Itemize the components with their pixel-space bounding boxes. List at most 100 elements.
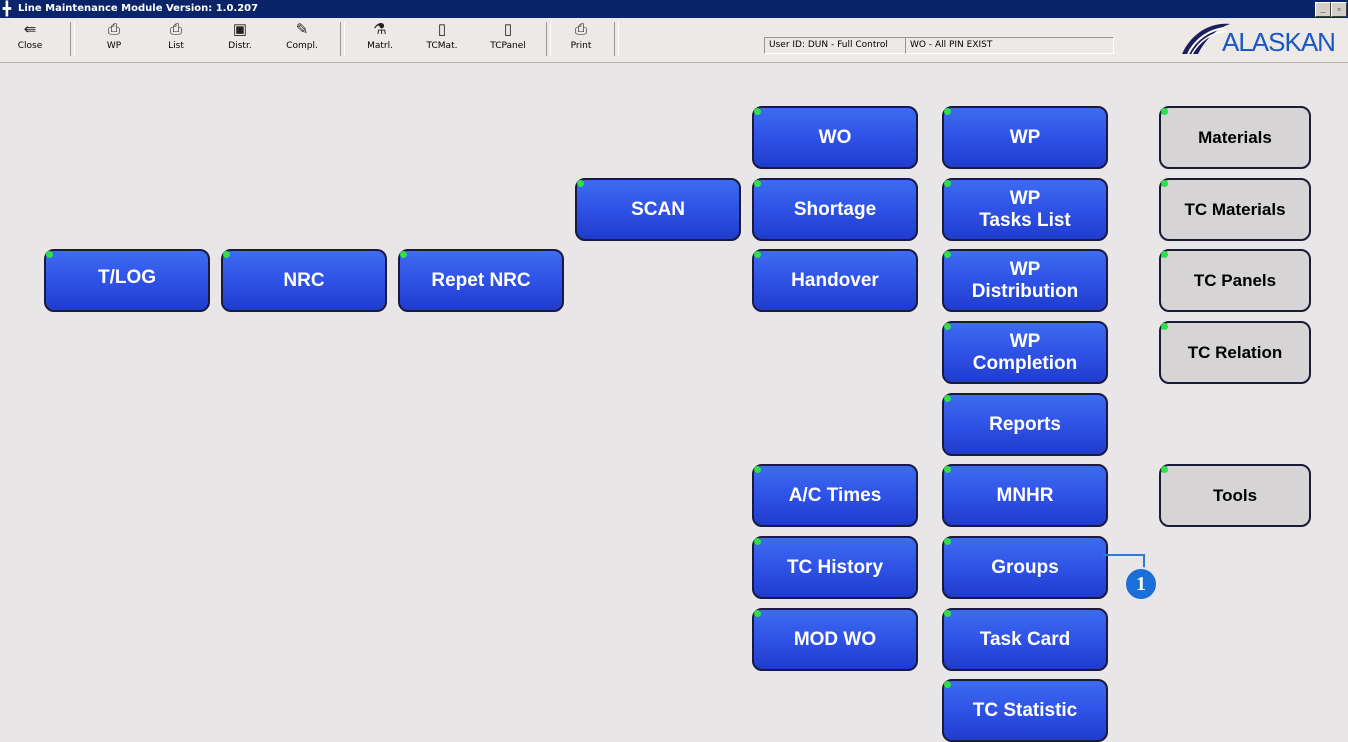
wp-tasks-list-label-line2: Tasks List — [979, 209, 1071, 231]
wp-completion-label-line2: Completion — [972, 352, 1078, 374]
tc-panels-button[interactable]: TC Panels — [1159, 249, 1311, 312]
scan-label: SCAN — [631, 198, 685, 220]
tcmat-button[interactable]: ▯ TCMat. — [418, 21, 466, 59]
repet-nrc-label: Repet NRC — [431, 269, 531, 291]
mod-wo-label: MOD WO — [793, 628, 877, 650]
status-indicator — [944, 251, 951, 258]
tc-statistic-button[interactable]: TC Statistic — [942, 679, 1108, 742]
groups-label: Groups — [991, 556, 1059, 578]
print-button[interactable]: ⎙ Print — [557, 21, 605, 59]
list-print-button[interactable]: ⎙ List — [152, 21, 200, 59]
toolbar: ⇚ Close ⎙ WP ⎙ List ▣ Distr. ✎ Compl. ⚗ … — [0, 18, 1348, 63]
status-indicator — [754, 538, 761, 545]
tcpanel-button[interactable]: ▯ TCPanel — [484, 21, 532, 59]
wp-print-button[interactable]: ⎙ WP — [90, 21, 138, 59]
tools-button[interactable]: Tools — [1159, 464, 1311, 527]
status-indicator — [944, 681, 951, 688]
groups-button[interactable]: Groups — [942, 536, 1108, 599]
document-icon: ▯ — [503, 21, 513, 38]
wp-label: WP — [106, 41, 122, 51]
close-button[interactable]: ⇚ Close — [6, 21, 54, 59]
printer-icon: ⎙ — [574, 21, 587, 38]
tcmat-label: TCMat. — [426, 41, 458, 51]
toolbar-separator — [340, 22, 345, 56]
materials-label: Materials — [1198, 127, 1272, 147]
status-indicator — [1161, 323, 1168, 330]
tcpanel-label: TCPanel — [490, 41, 526, 51]
flask-icon: ⚗ — [373, 21, 387, 38]
toolbar-separator — [614, 22, 619, 56]
task-card-label: Task Card — [979, 628, 1071, 650]
wp-distribution-button[interactable]: WP Distribution — [942, 249, 1108, 312]
wp-button[interactable]: WP — [942, 106, 1108, 169]
task-card-button[interactable]: Task Card — [942, 608, 1108, 671]
status-indicator — [1161, 251, 1168, 258]
mod-wo-button[interactable]: MOD WO — [752, 608, 918, 671]
mnhr-button[interactable]: MNHR — [942, 464, 1108, 527]
toolbar-separator — [546, 22, 551, 56]
app-icon: ╋ — [3, 1, 11, 16]
compl-button[interactable]: ✎ Compl. — [278, 21, 326, 59]
close-label: Close — [17, 41, 43, 51]
ac-times-button[interactable]: A/C Times — [752, 464, 918, 527]
wp-distribution-label-line1: WP — [1009, 258, 1041, 280]
handover-button[interactable]: Handover — [752, 249, 918, 312]
title-bar: ╋ Line Maintenance Module Version: 1.0.2… — [0, 0, 1348, 18]
tc-materials-button[interactable]: TC Materials — [1159, 178, 1311, 241]
reports-label: Reports — [989, 413, 1061, 435]
status-indicator — [400, 251, 407, 258]
nrc-button[interactable]: NRC — [221, 249, 387, 312]
tools-label: Tools — [1212, 485, 1258, 505]
ac-times-label: A/C Times — [788, 484, 882, 506]
tc-materials-label: TC Materials — [1184, 199, 1286, 219]
tc-history-label: TC History — [786, 556, 884, 578]
door-exit-icon: ⇚ — [23, 21, 37, 38]
shortage-button[interactable]: Shortage — [752, 178, 918, 241]
print-label: Print — [570, 41, 592, 51]
wo-status: WO - All PIN EXIST — [905, 37, 1114, 54]
wp-completion-button[interactable]: WP Completion — [942, 321, 1108, 384]
tc-relation-label: TC Relation — [1187, 342, 1283, 362]
window-title: Line Maintenance Module Version: 1.0.207 — [18, 3, 259, 14]
status-indicator — [944, 466, 951, 473]
restore-button[interactable]: ▫ — [1331, 2, 1347, 17]
distribute-icon: ▣ — [232, 21, 248, 38]
status-indicator — [754, 180, 761, 187]
matrl-button[interactable]: ⚗ Matrl. — [356, 21, 404, 59]
status-indicator — [754, 251, 761, 258]
list-label: List — [168, 41, 184, 51]
distr-label: Distr. — [228, 41, 252, 51]
tlog-button[interactable]: T/LOG — [44, 249, 210, 312]
wo-label: WO — [818, 126, 852, 148]
wp-distribution-label-line2: Distribution — [971, 280, 1079, 302]
materials-button[interactable]: Materials — [1159, 106, 1311, 169]
minimize-button[interactable]: _ — [1315, 2, 1331, 17]
tc-statistic-label: TC Statistic — [972, 699, 1078, 721]
status-indicator — [754, 466, 761, 473]
repet-nrc-button[interactable]: Repet NRC — [398, 249, 564, 312]
status-indicator — [223, 251, 230, 258]
tc-panels-label: TC Panels — [1193, 270, 1277, 290]
user-status: User ID: DUN - Full Control — [764, 37, 907, 54]
wp-tasks-list-label-line1: WP — [1009, 187, 1041, 209]
status-indicator — [944, 180, 951, 187]
mnhr-label: MNHR — [996, 484, 1054, 506]
alaskan-logo: ALASKAN — [1178, 20, 1348, 60]
matrl-label: Matrl. — [367, 41, 393, 51]
printer-icon: ⎙ — [107, 21, 120, 38]
scan-button[interactable]: SCAN — [575, 178, 741, 241]
distr-button[interactable]: ▣ Distr. — [216, 21, 264, 59]
tc-relation-button[interactable]: TC Relation — [1159, 321, 1311, 384]
callout-badge: 1 — [1124, 567, 1158, 601]
wp-completion-label-line1: WP — [1009, 330, 1041, 352]
status-indicator — [1161, 180, 1168, 187]
wp-tasks-list-button[interactable]: WP Tasks List — [942, 178, 1108, 241]
handover-label: Handover — [791, 269, 879, 291]
status-indicator — [944, 395, 951, 402]
reports-button[interactable]: Reports — [942, 393, 1108, 456]
status-indicator — [944, 108, 951, 115]
status-indicator — [754, 108, 761, 115]
wo-button[interactable]: WO — [752, 106, 918, 169]
toolbar-separator — [70, 22, 75, 56]
tc-history-button[interactable]: TC History — [752, 536, 918, 599]
